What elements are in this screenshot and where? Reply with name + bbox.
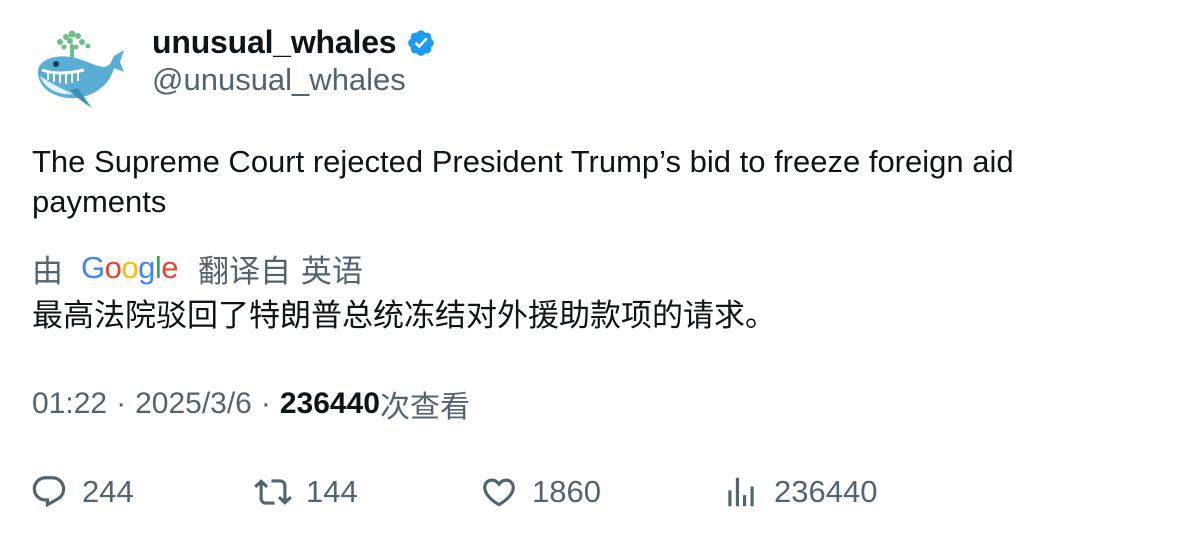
like-count: 1860 (532, 474, 601, 509)
google-logo-letter: o (104, 250, 122, 285)
retweet-count: 144 (306, 474, 358, 509)
google-logo-letter: o (121, 250, 139, 285)
meta-separator: · (260, 387, 271, 420)
whale-avatar-icon (38, 30, 124, 108)
meta-separator: · (116, 387, 127, 420)
like-button[interactable]: 1860 (480, 468, 601, 516)
tweet-date[interactable]: 2025/3/6 (135, 387, 252, 421)
translation-attribution: 由 Google 翻译自 英语 (32, 246, 363, 290)
translated-text: 最高法院驳回了特朗普总统冻结对外援助款项的请求。 (32, 298, 776, 334)
reply-icon (32, 476, 66, 508)
views-button[interactable]: 236440 (722, 468, 877, 516)
views-action-count: 236440 (774, 474, 878, 509)
verified-badge-icon (406, 28, 436, 58)
author-display-name[interactable]: unusual_whales (152, 24, 397, 61)
translation-prefix: 由 (32, 253, 63, 290)
bar-chart-icon (728, 477, 754, 507)
google-logo-letter: g (138, 250, 155, 285)
retweet-icon (254, 479, 292, 505)
retweet-button[interactable]: 144 (254, 468, 358, 516)
heart-icon (483, 478, 515, 507)
tweet-time[interactable]: 01:22 (32, 387, 107, 421)
tweet-text: The Supreme Court rejected President Tru… (32, 144, 1014, 219)
author-handle[interactable]: @unusual_whales (152, 62, 406, 98)
reply-count: 244 (82, 474, 134, 509)
views-suffix: 次查看 (379, 390, 470, 425)
avatar[interactable] (30, 24, 126, 116)
translation-suffix: 翻译自 英语 (198, 253, 363, 290)
tweet-meta: 01:22 · 2025/3/6 · 236440 次查看 (32, 382, 470, 426)
google-logo[interactable]: Google (81, 250, 179, 286)
views-count: 236440 (279, 387, 380, 420)
author-name-row: unusual_whales (152, 22, 436, 62)
google-logo-letter: e (161, 250, 179, 285)
google-logo-letter: G (81, 250, 105, 285)
reply-button[interactable]: 244 (30, 468, 134, 516)
